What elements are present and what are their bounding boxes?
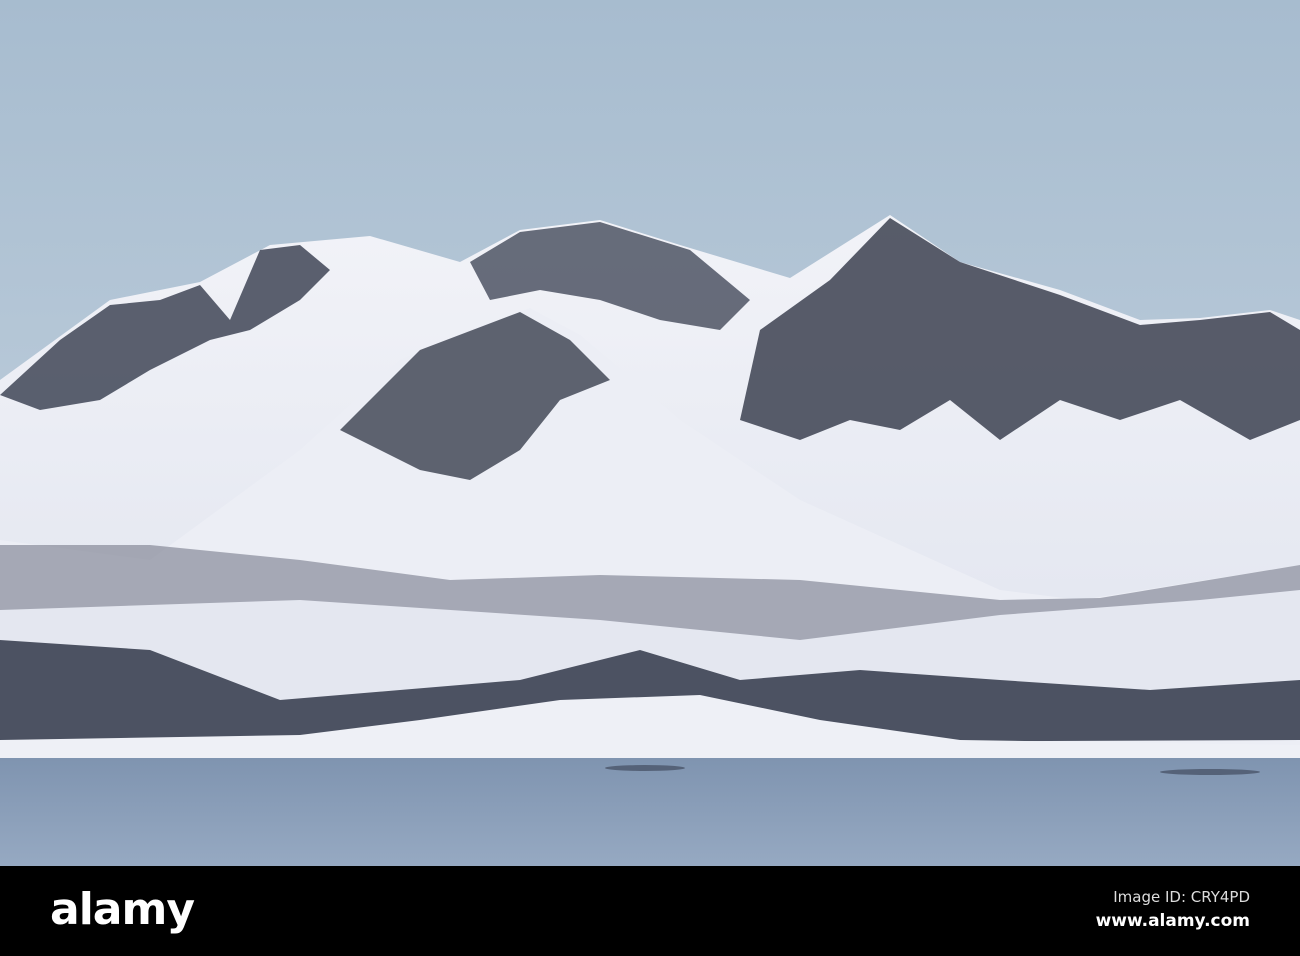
stock-photo: alamy Image ID: CRY4PD www.alamy.com — [0, 0, 1300, 956]
rock-in-water — [605, 765, 685, 771]
alamy-logo: alamy — [50, 884, 195, 935]
rock-in-water — [1160, 769, 1260, 775]
mountain-landscape-photo — [0, 0, 1300, 866]
alamy-url: www.alamy.com — [1095, 911, 1250, 931]
watermark-bar: alamy Image ID: CRY4PD www.alamy.com — [0, 866, 1300, 956]
fjord-water — [0, 758, 1300, 866]
image-id-label: Image ID: CRY4PD — [1113, 888, 1250, 906]
